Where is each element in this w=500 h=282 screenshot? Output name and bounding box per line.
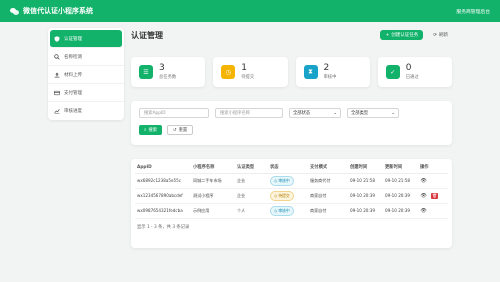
credit-card-icon [54,90,60,96]
cell-pay: 服务商代付 [308,173,348,189]
create-task-button[interactable]: + 创建认证任务 [380,30,424,40]
undo-icon: ↺ [173,127,177,133]
sidebar-item-payment[interactable]: 支付管理 [48,84,124,102]
main-content: 认证管理 + 创建认证任务 ⟳ 刷新 ☰ 3 总任务数 ◷ 1 待提交 ⧗ 2 审核中… [131,28,452,248]
plus-icon: + [385,32,390,38]
chevron-down-icon: ⌄ [333,110,337,116]
stat-label: 总任务数 [159,75,177,80]
col-header-name: 小程序名称 [191,162,235,174]
cell-pay: 商家自付 [308,188,348,204]
col-header-pay: 支付模式 [308,162,348,174]
cell-type: 企业 [235,173,268,189]
cell-name: 示例应用 [191,203,235,219]
clock-icon: ◷ [274,193,278,198]
sidebar: 认证管理 名称检测 材料上传 支付管理 审核进度 [48,28,124,120]
cell-created: 09-10 20:39 [348,203,383,219]
cell-updated: 09-10 20:39 [383,188,418,204]
table-footer-summary: 显示 1 - 3 条，共 3 条记录 [137,224,190,230]
app-logo: 微信代认证小程序系统 [10,6,93,16]
refresh-icon: ⟳ [433,32,437,38]
chart-line-icon [54,108,60,114]
stat-card-approved: ✓ 0 已通过 [377,57,452,87]
stat-value: 3 [159,63,165,73]
search-icon [54,53,60,60]
title-row: 认证管理 + 创建认证任务 ⟳ 刷新 [131,28,452,42]
status-badge: ◷ 待提交 [270,190,294,201]
sidebar-item-progress[interactable]: 审核进度 [48,102,124,120]
page-title: 认证管理 [131,30,163,40]
sidebar-item-upload[interactable]: 材料上传 [48,66,124,84]
view-icon[interactable]: 👁 [420,193,427,199]
cell-appid: wx6892c1238a5e55c [135,173,191,189]
hourglass-icon: ⧗ [303,65,318,79]
refresh-button[interactable]: ⟳ 刷新 [429,30,452,40]
stat-card-total: ☰ 3 总任务数 [131,57,206,87]
cell-created: 09-10 21:58 [348,173,383,189]
cell-pay: 商家自付 [308,203,348,219]
clock-icon: ◷ [274,208,278,213]
stat-value: 2 [323,63,330,73]
stat-value: 0 [405,63,412,73]
list-icon: ☰ [139,65,153,79]
stat-value: 1 [241,63,247,73]
sidebar-item-name-check[interactable]: 名称检测 [48,48,124,66]
check-icon: ✓ [385,65,400,79]
sidebar-item-label: 认证管理 [64,36,82,42]
table-row: wx0987654321fedcba 示例应用 个人 ◷ 审核中 商家自付 09-… [135,203,448,219]
stat-card-reviewing: ⧗ 2 审核中 [295,57,370,87]
status-badge: ◷ 审核中 [270,205,294,216]
delete-icon[interactable]: 🗑 [431,192,438,199]
clock-icon: ◷ [221,65,236,79]
col-header-updated: 更新时间 [383,162,418,174]
cell-type: 企业 [235,188,268,204]
col-header-status: 状态 [268,162,308,174]
app-title: 微信代认证小程序系统 [23,7,93,15]
status-badge: ◷ 审核中 [270,175,294,186]
col-header-type: 认证类型 [235,162,268,174]
sidebar-item-label: 材料上传 [64,72,82,78]
reset-button[interactable]: ↺ 重置 [167,125,194,135]
cell-appid: wx1234567890abcdef [135,188,191,204]
stat-label: 已通过 [405,75,419,80]
upload-icon [54,72,60,78]
table-header-row: AppID 小程序名称 认证类型 状态 支付模式 创建时间 更新时间 操作 [135,162,448,174]
admin-link[interactable]: 服务商管理后台 [456,8,490,15]
cell-name: 测试小程序 [191,188,235,204]
chevron-down-icon: ⌄ [391,110,395,116]
task-table-card: AppID 小程序名称 认证类型 状态 支付模式 创建时间 更新时间 操作 wx… [131,159,452,248]
cell-updated: 09-10 21:58 [383,173,418,189]
cell-appid: wx0987654321fedcba [135,203,191,219]
stats-row: ☰ 3 总任务数 ◷ 1 待提交 ⧗ 2 审核中 ✓ 0 已通过 [131,57,452,87]
search-button[interactable]: ⌕ 搜索 [139,125,162,135]
wechat-icon [10,7,19,15]
cell-created: 09-10 20:39 [348,188,383,204]
name-search-input[interactable]: 搜索小程序名称 [215,108,283,118]
sidebar-item-auth[interactable]: 认证管理 [50,30,122,48]
sidebar-item-label: 名称检测 [64,54,82,60]
col-header-actions: 操作 [418,162,448,174]
col-header-created: 创建时间 [348,162,383,174]
stat-label: 待提交 [241,75,255,80]
type-select[interactable]: 全部类型 ⌄ [347,108,399,118]
sidebar-item-label: 支付管理 [64,90,82,96]
sidebar-item-label: 审核进度 [64,109,82,114]
task-table: AppID 小程序名称 认证类型 状态 支付模式 创建时间 更新时间 操作 wx… [135,162,448,219]
cell-type: 个人 [235,203,268,219]
appid-search-input[interactable]: 搜索AppID [139,108,209,118]
status-select[interactable]: 全部状态 ⌄ [289,108,341,118]
table-row: wx6892c1238a5e55c 同城二手车市场 企业 ◷ 审核中 服务商代付 … [135,173,448,189]
clock-icon: ◷ [274,178,278,183]
view-icon[interactable]: 👁 [420,208,427,214]
stat-card-pending: ◷ 1 待提交 [213,57,288,87]
table-row: wx1234567890abcdef 测试小程序 企业 ◷ 待提交 商家自付 09… [135,188,448,204]
filter-panel: 搜索AppID 搜索小程序名称 全部状态 ⌄ 全部类型 ⌄ ⌕ 搜索 ↺ 重置 [131,101,452,145]
cell-updated: 09-10 20:39 [383,203,418,219]
cell-name: 同城二手车市场 [191,173,235,189]
stat-label: 审核中 [323,75,337,80]
col-header-appid: AppID [135,162,191,174]
top-bar: 微信代认证小程序系统 服务商管理后台 [0,0,500,22]
shield-icon [54,35,60,42]
search-icon: ⌕ [144,127,147,133]
view-icon[interactable]: 👁 [420,178,427,184]
